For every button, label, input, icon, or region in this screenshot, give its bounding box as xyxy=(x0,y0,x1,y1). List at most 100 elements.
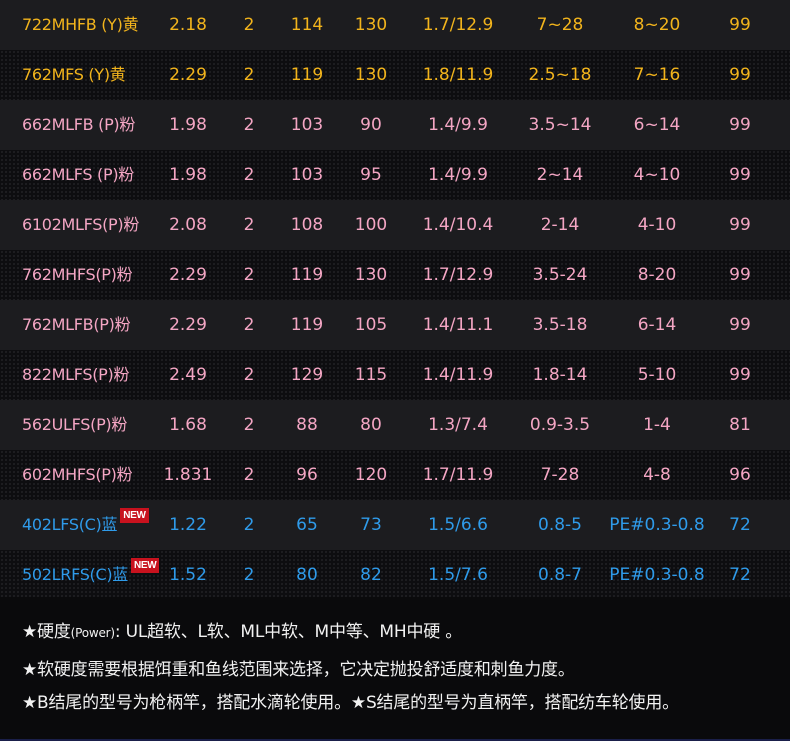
spec-cell: 119 xyxy=(290,265,324,285)
table-row: 822MLFS(P)粉 2.49 2 129 115 1.4/11.9 1.8-14 5-10… xyxy=(0,350,790,400)
model-cell: 662MLFB (P)粉 xyxy=(22,100,135,150)
spec-cell: 0.8-7 xyxy=(538,565,582,585)
spec-cell: 99 xyxy=(729,265,751,285)
spec-cell: 80 xyxy=(360,415,382,435)
spec-cell: 2 xyxy=(243,365,255,385)
spec-cell: 99 xyxy=(729,165,751,185)
spec-cell: 1.7/12.9 xyxy=(422,15,494,35)
spec-cell: 1-4 xyxy=(643,415,671,435)
spec-cell: 1.98 xyxy=(169,165,207,185)
model-cell: 722MHFB (Y)黄 xyxy=(22,0,139,50)
note-power-prefix: ★硬度 xyxy=(22,622,71,642)
new-badge: NEW xyxy=(131,558,160,573)
spec-cell: 1.4/10.4 xyxy=(422,215,494,235)
spec-cell: 65 xyxy=(296,515,318,535)
spec-cell: 103 xyxy=(290,115,324,135)
note-power: ★硬度(Power): UL超软、L软、ML中软、M中等、MH中硬 。 xyxy=(22,617,462,642)
note-power-small: (Power) xyxy=(70,626,115,640)
model-cell: 762MFS (Y)黄 xyxy=(22,50,126,100)
spec-cell: 3.5~14 xyxy=(528,115,592,135)
spec-cell: 99 xyxy=(729,215,751,235)
new-badge: NEW xyxy=(120,508,149,523)
table-row: 762MLFB(P)粉 2.29 2 119 105 1.4/11.1 3.5-18 6-14… xyxy=(0,300,790,350)
spec-cell: 1.4/9.9 xyxy=(428,165,488,185)
spec-cell: 130 xyxy=(354,15,388,35)
spec-cell: 4-10 xyxy=(637,215,677,235)
spec-cell: 2-14 xyxy=(540,215,580,235)
model-cell: 6102MLFS(P)粉 xyxy=(22,200,139,250)
spec-cell: 2 xyxy=(243,565,255,585)
spec-cell: 2.18 xyxy=(169,15,207,35)
spec-cell: 72 xyxy=(729,565,751,585)
table-row: 562ULFS(P)粉 1.68 2 88 80 1.3/7.4 0.9-3.5 1-4 81 xyxy=(0,400,790,450)
spec-cell: 120 xyxy=(354,465,388,485)
spec-cell: 1.52 xyxy=(169,565,207,585)
model-name: 662MLFB (P)粉 xyxy=(22,115,136,134)
spec-cell: 90 xyxy=(360,115,382,135)
spec-cell: 108 xyxy=(290,215,324,235)
spec-cell: 2.5~18 xyxy=(528,65,592,85)
spec-cell: 3.5-24 xyxy=(532,265,588,285)
spec-cell: 80 xyxy=(296,565,318,585)
spec-cell: 2 xyxy=(243,315,255,335)
spec-cell: 2 xyxy=(243,265,255,285)
spec-cell: 5-10 xyxy=(637,365,677,385)
model-name: 402LFS(C)蓝 xyxy=(22,515,118,534)
model-name: 762MFS (Y)黄 xyxy=(22,65,126,84)
spec-cell: 1.8/11.9 xyxy=(422,65,494,85)
table-row: 6102MLFS(P)粉 2.08 2 108 100 1.4/10.4 2-14 4-10 9… xyxy=(0,200,790,250)
spec-cell: 130 xyxy=(354,265,388,285)
spec-cell: 1.7/11.9 xyxy=(422,465,494,485)
spec-cell: 4~10 xyxy=(633,165,681,185)
spec-cell: 99 xyxy=(729,115,751,135)
model-cell: 502LRFS(C)蓝 NEW xyxy=(22,550,160,600)
table-row: 762MHFS(P)粉 2.29 2 119 130 1.7/12.9 3.5-24 8-20… xyxy=(0,250,790,300)
model-name: 562ULFS(P)粉 xyxy=(22,415,128,434)
model-name: 762MLFB(P)粉 xyxy=(22,315,131,334)
model-cell: 602MHFS(P)粉 xyxy=(22,450,133,500)
note-power-rest: : UL超软、L软、ML中软、M中等、MH中硬 。 xyxy=(114,622,463,642)
model-name: 502LRFS(C)蓝 xyxy=(22,565,129,584)
spec-cell: 103 xyxy=(290,165,324,185)
spec-cell: 2 xyxy=(243,165,255,185)
spec-cell: 99 xyxy=(729,65,751,85)
spec-cell: PE#0.3-0.8 xyxy=(609,565,705,585)
spec-cell: 3.5-18 xyxy=(532,315,588,335)
spec-cell: 119 xyxy=(290,65,324,85)
spec-cell: 130 xyxy=(354,65,388,85)
spec-cell: 7-28 xyxy=(540,465,580,485)
spec-cell: 72 xyxy=(729,515,751,535)
spec-cell: 1.5/6.6 xyxy=(428,515,488,535)
spec-cell: 2.08 xyxy=(169,215,207,235)
spec-cell: 81 xyxy=(729,415,751,435)
spec-cell: 6~14 xyxy=(633,115,681,135)
spec-cell: 8~20 xyxy=(633,15,681,35)
spec-cell: 7~28 xyxy=(536,15,584,35)
spec-cell: 99 xyxy=(729,15,751,35)
spec-cell: 96 xyxy=(729,465,751,485)
spec-cell: PE#0.3-0.8 xyxy=(609,515,705,535)
spec-cell: 95 xyxy=(360,165,382,185)
spec-cell: 105 xyxy=(354,315,388,335)
spec-cell: 2.29 xyxy=(169,265,207,285)
spec-cell: 1.5/7.6 xyxy=(428,565,488,585)
spec-cell: 129 xyxy=(290,365,324,385)
spec-cell: 115 xyxy=(354,365,388,385)
table-row: 662MLFB (P)粉 1.98 2 103 90 1.4/9.9 3.5~14 6~14 9… xyxy=(0,100,790,150)
spec-cell: 73 xyxy=(360,515,382,535)
spec-cell: 2.49 xyxy=(169,365,207,385)
spec-cell: 2 xyxy=(243,15,255,35)
spec-table: 722MHFB (Y)黄 2.18 2 114 130 1.7/12.9 7~28 8~20 9… xyxy=(0,0,790,600)
table-row: 602MHFS(P)粉 1.831 2 96 120 1.7/11.9 7-28 4-8 96 xyxy=(0,450,790,500)
spec-cell: 114 xyxy=(290,15,324,35)
spec-cell: 99 xyxy=(729,315,751,335)
spec-cell: 1.4/11.9 xyxy=(422,365,494,385)
table-row: 502LRFS(C)蓝 NEW 1.52 2 80 82 1.5/7.6 0.8-7 PE#0.… xyxy=(0,550,790,600)
notes-section: ★硬度(Power): UL超软、L软、ML中软、M中等、MH中硬 。 ★软硬度… xyxy=(0,597,790,741)
spec-cell: 1.4/9.9 xyxy=(428,115,488,135)
model-name: 662MLFS (P)粉 xyxy=(22,165,134,184)
spec-cell: 0.9-3.5 xyxy=(529,415,591,435)
spec-cell: 82 xyxy=(360,565,382,585)
spec-cell: 119 xyxy=(290,315,324,335)
spec-cell: 4-8 xyxy=(643,465,671,485)
